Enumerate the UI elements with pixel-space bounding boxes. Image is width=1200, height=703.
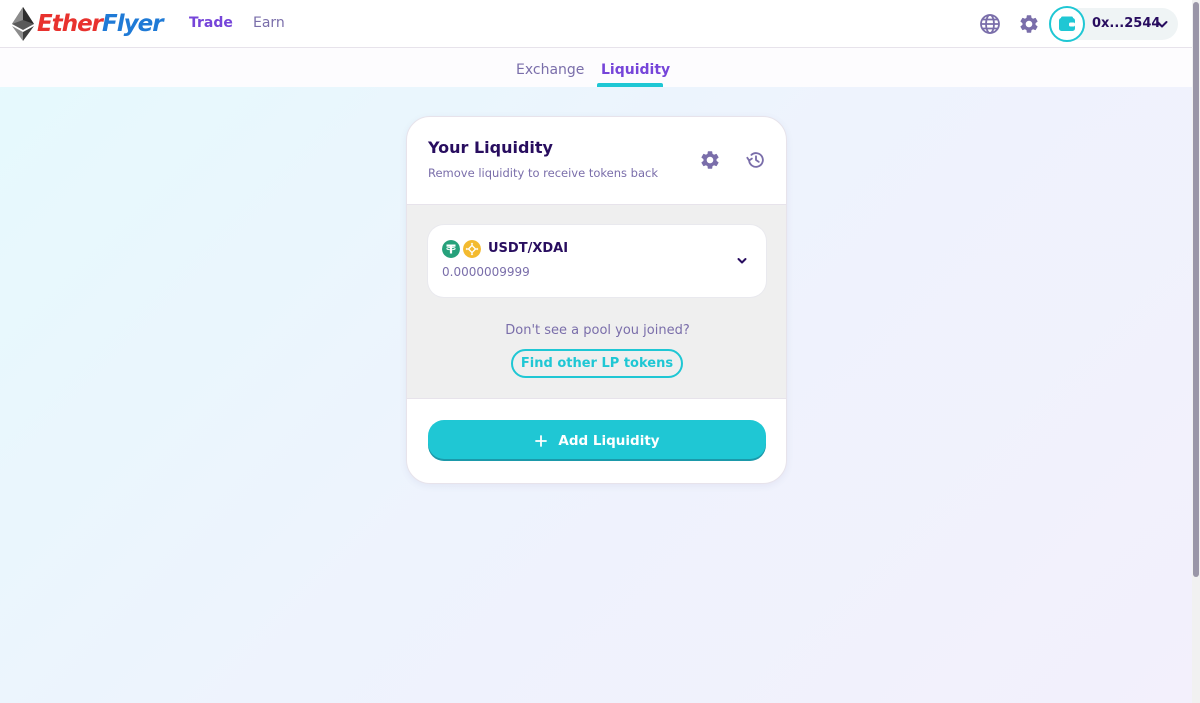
- globe-icon: [980, 14, 1000, 34]
- brand-name: EtherFlyer: [37, 11, 164, 37]
- gear-icon: [701, 151, 719, 169]
- wallet-button[interactable]: 0x...2544: [1049, 6, 1178, 42]
- wallet-icon: [1059, 16, 1075, 31]
- pool-item[interactable]: USDT/XDAI 0.0000009999: [428, 225, 766, 297]
- chevron-down-icon: [1156, 21, 1168, 28]
- bnb-icon: [463, 240, 481, 258]
- scrollbar-thumb[interactable]: [1193, 2, 1199, 577]
- active-tab-indicator: [597, 83, 663, 87]
- chevron-down-icon: [737, 258, 747, 264]
- card-title: Your Liquidity: [428, 138, 553, 157]
- pool-balance: 0.0000009999: [442, 265, 530, 279]
- sub-nav: Exchange Liquidity: [0, 48, 1192, 87]
- usdt-icon: [442, 240, 460, 258]
- wallet-icon-wrap: [1049, 6, 1085, 42]
- nav-item-earn[interactable]: Earn: [253, 15, 285, 31]
- liquidity-card: Your Liquidity Remove liquidity to recei…: [406, 116, 787, 484]
- tab-exchange[interactable]: Exchange: [516, 62, 584, 78]
- ethereum-diamond-icon: [12, 7, 34, 41]
- nav-item-trade[interactable]: Trade: [189, 15, 233, 31]
- top-nav: EtherFlyer Trade Earn 0x...2544: [0, 0, 1192, 48]
- gear-icon: [1020, 15, 1038, 33]
- brand-logo[interactable]: EtherFlyer: [12, 7, 164, 41]
- history-icon: [746, 152, 764, 168]
- liquidity-list: USDT/XDAI 0.0000009999 Don't see a pool …: [407, 204, 786, 399]
- card-subtitle: Remove liquidity to receive tokens back: [428, 166, 658, 180]
- card-settings-button[interactable]: [699, 149, 721, 171]
- plus-icon: [535, 434, 548, 447]
- no-pool-text: Don't see a pool you joined?: [505, 323, 690, 338]
- add-liquidity-button[interactable]: Add Liquidity: [428, 420, 766, 461]
- pool-name: USDT/XDAI: [488, 241, 569, 256]
- settings-button[interactable]: [1018, 13, 1040, 35]
- history-button[interactable]: [745, 149, 767, 171]
- language-button[interactable]: [979, 13, 1001, 35]
- add-liquidity-label: Add Liquidity: [558, 432, 660, 449]
- wallet-address: 0x...2544: [1092, 16, 1161, 31]
- find-lp-tokens-button[interactable]: Find other LP tokens: [511, 349, 683, 378]
- tab-liquidity[interactable]: Liquidity: [601, 62, 670, 78]
